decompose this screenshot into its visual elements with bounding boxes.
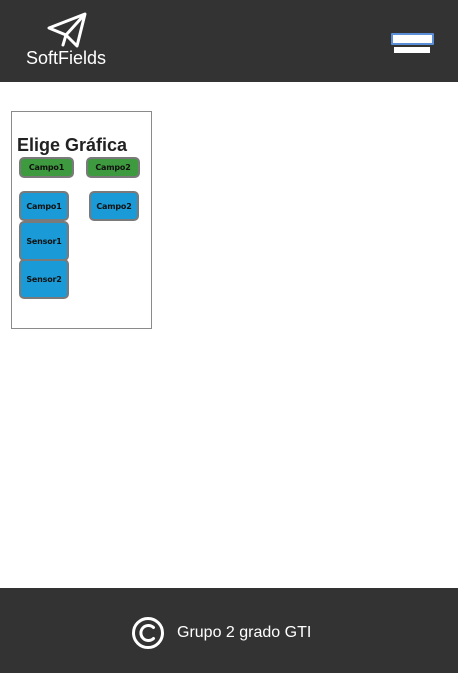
header: SoftFields [0, 0, 458, 82]
campo2-blue-button[interactable]: Campo2 [89, 191, 139, 221]
sensor2-button[interactable]: Sensor2 [19, 259, 69, 299]
copyright-icon [132, 617, 164, 649]
campo2-green-button[interactable]: Campo2 [86, 157, 140, 178]
hamburger-menu-icon [391, 33, 434, 45]
footer-text: Grupo 2 grado GTI [177, 624, 312, 641]
brand-name[interactable]: SoftFields [26, 48, 106, 68]
campo1-blue-button[interactable]: Campo1 [19, 191, 69, 221]
footer: Grupo 2 grado GTI [0, 588, 458, 673]
panel-title: Elige Gráfica [17, 135, 128, 155]
menu-bar [394, 47, 430, 53]
menu-button[interactable] [389, 32, 435, 56]
sensor1-button[interactable]: Sensor1 [19, 221, 69, 261]
campo1-green-button[interactable]: Campo1 [19, 157, 74, 178]
paper-plane-icon [47, 12, 87, 48]
chart-selector-panel: Elige Gráfica Campo1 Campo2 Campo1 Campo… [11, 111, 152, 329]
